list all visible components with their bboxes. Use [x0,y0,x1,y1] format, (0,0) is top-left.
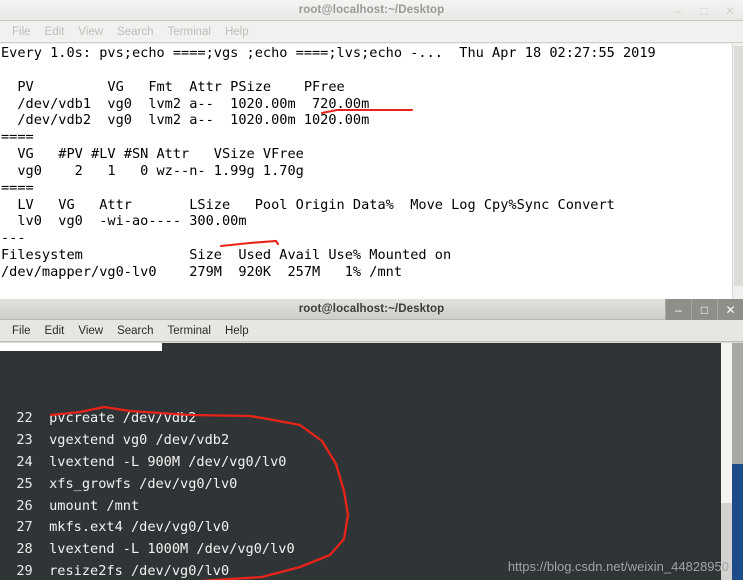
watch-header-line: Every 1.0s: pvs;echo ====;vgs ;echo ====… [1,45,656,61]
menu-edit[interactable]: Edit [38,325,72,337]
history-command: umount /mnt [49,497,140,514]
maximize-icon[interactable]: □ [691,0,717,21]
history-line-number: 27 [0,519,50,536]
desktop-edge-sliver [732,464,743,580]
history-command: lvextend -L 900M /dev/vg0/lv0 [49,453,287,470]
history-line: 27 mkfs.ext4 /dev/vg0/lv0 [0,517,732,539]
terminal-line: LV VG Attr LSize Pool Origin Data% Move … [1,196,615,213]
history-line-number: 29 [0,562,50,579]
menu-help[interactable]: Help [218,26,256,38]
menu-edit[interactable]: Edit [38,26,72,38]
terminal-line: Filesystem Size Used Avail Use% Mounted … [1,247,452,264]
terminal-line: ==== [1,129,34,146]
history-line-list: 22 pvcreate /dev/vdb2 23 vgextend vg0 /d… [0,408,732,580]
terminal-line: /dev/vdb1 vg0 lvm2 a-- 1020.00m 720.00m [1,95,370,112]
history-command: resize2fs /dev/vg0/lv0 [49,562,230,579]
close-icon[interactable]: ✕ [717,299,743,320]
menu-view[interactable]: View [71,26,110,38]
history-command: pvcreate /dev/vdb2 [49,410,197,427]
menu-terminal[interactable]: Terminal [161,26,218,38]
history-line-number: 26 [0,497,50,514]
history-line-number: 23 [0,432,50,449]
terminal-line: VG #PV #LV #SN Attr VSize VFree [1,146,304,163]
terminal-line: --- [1,230,26,247]
screenshot-root: root@localhost:~/Desktop – □ ✕ File Edit… [0,0,743,580]
terminal-line: ==== [1,179,34,196]
history-line: 28 lvextend -L 1000M /dev/vg0/lv0 [0,539,732,561]
menu-help[interactable]: Help [218,325,256,337]
terminal-line: vg0 2 1 0 wz--n- 1.99g 1.70g [1,162,304,179]
window1-menubar[interactable]: File Edit View Search Terminal Help [0,21,743,43]
maximize-icon[interactable]: □ [691,299,717,320]
history-line: 22 pvcreate /dev/vdb2 [0,408,732,430]
bash-history-text[interactable]: 22 pvcreate /dev/vdb2 23 vgextend vg0 /d… [0,343,732,580]
history-line-number: 22 [0,410,50,427]
window1-scrollbar[interactable] [732,44,743,300]
history-command: vgextend vg0 /dev/vdb2 [49,432,230,449]
close-icon[interactable]: ✕ [717,0,743,21]
window1-titlebar[interactable]: root@localhost:~/Desktop – □ ✕ [0,0,743,21]
history-line: 26 umount /mnt [0,496,732,518]
window2-window-controls[interactable]: – □ ✕ [665,299,743,320]
history-command: mkfs.ext4 /dev/vg0/lv0 [49,519,230,536]
menu-search[interactable]: Search [110,26,160,38]
window2-scrollbar[interactable] [721,343,732,580]
terminal-line: /dev/vdb2 vg0 lvm2 a-- 1020.00m 1020.00m [1,112,370,129]
window2-menubar[interactable]: File Edit View Search Terminal Help [0,320,743,342]
window1-scrollbar-thumb[interactable] [734,46,743,286]
history-line-number: 24 [0,453,50,470]
menu-view[interactable]: View [71,325,110,337]
watch-output-text[interactable]: Every 1.0s: pvs;echo ====;vgs ;echo ====… [0,44,743,300]
window2-scrollbar-thumb[interactable] [721,343,732,503]
menu-file[interactable]: File [5,325,38,337]
blog-watermark: https://blog.csdn.net/weixin_44828950 [507,559,729,574]
history-line: 24 lvextend -L 900M /dev/vg0/lv0 [0,452,732,474]
history-line-number: 28 [0,541,50,558]
scrolled-row-clip [0,343,162,351]
terminal-line: PV VG Fmt Attr PSize PFree [1,78,370,95]
menu-terminal[interactable]: Terminal [161,325,218,337]
window2-titlebar[interactable]: root@localhost:~/Desktop – □ ✕ [0,299,743,320]
terminal-window-history[interactable]: root@localhost:~/Desktop – □ ✕ File Edit… [0,299,743,580]
menu-file[interactable]: File [5,26,38,38]
window1-title: root@localhost:~/Desktop [298,4,445,16]
minimize-icon[interactable]: – [665,299,691,320]
window2-title: root@localhost:~/Desktop [298,303,445,315]
window1-window-controls[interactable]: – □ ✕ [665,0,743,21]
history-command: lvextend -L 1000M /dev/vg0/lv0 [49,541,295,558]
history-line: 23 vgextend vg0 /dev/vdb2 [0,430,732,452]
terminal-window-watch[interactable]: root@localhost:~/Desktop – □ ✕ File Edit… [0,0,743,300]
menu-search[interactable]: Search [110,325,160,337]
minimize-icon[interactable]: – [665,0,691,21]
history-line: 25 xfs_growfs /dev/vg0/lv0 [0,474,732,496]
history-command: xfs_growfs /dev/vg0/lv0 [49,475,238,492]
history-line-number: 25 [0,475,50,492]
terminal-line: /dev/mapper/vg0-lv0 279M 920K 257M 1% /m… [1,263,403,280]
terminal-line: lv0 vg0 -wi-ao---- 300.00m [1,213,247,230]
